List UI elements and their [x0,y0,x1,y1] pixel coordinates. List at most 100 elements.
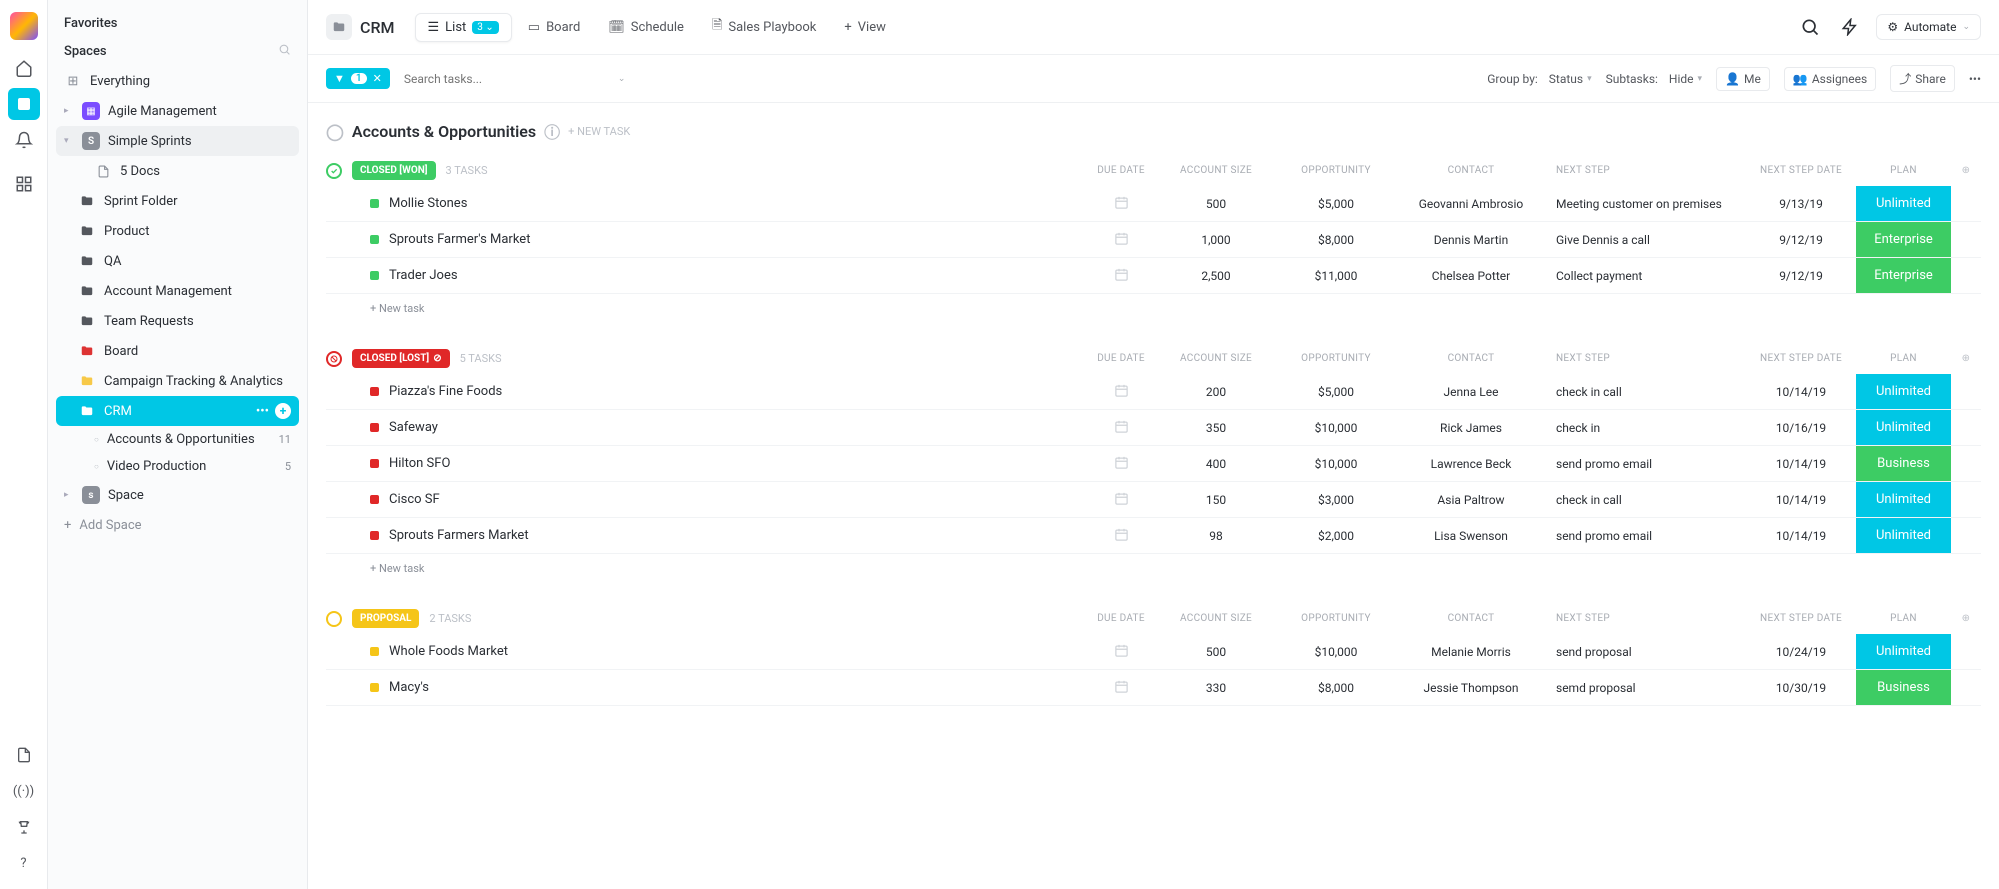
add-column-button[interactable]: ⊕ [1951,353,1981,364]
task-row[interactable]: Trader Joes2,500$11,000Chelsea PotterCol… [326,258,1981,294]
rail-tasks[interactable] [8,88,40,120]
cell-contact[interactable]: Dennis Martin [1396,233,1546,247]
cell-next-step[interactable]: send proposal [1546,645,1746,659]
task-row[interactable]: Whole Foods Market500$10,000Melanie Morr… [326,634,1981,670]
cell-next-step-date[interactable]: 10/14/19 [1746,493,1856,507]
cell-due-date[interactable] [1086,527,1156,545]
cell-due-date[interactable] [1086,679,1156,697]
cell-due-date[interactable] [1086,383,1156,401]
rail-apps[interactable] [8,168,40,200]
status-dot[interactable] [370,531,379,540]
cell-account-size[interactable]: 350 [1156,421,1276,435]
automate-button[interactable]: ⚙ Automate ⌄ [1876,14,1981,40]
task-name[interactable]: Piazza's Fine Foods [389,384,502,399]
col-next-step[interactable]: NEXT STEP [1546,613,1746,624]
cell-due-date[interactable] [1086,491,1156,509]
cell-due-date[interactable] [1086,267,1156,285]
task-row[interactable]: Sprouts Farmers Market98$2,000Lisa Swens… [326,518,1981,554]
status-dot[interactable] [370,235,379,244]
cell-next-step[interactable]: check in call [1546,385,1746,399]
col-next-step-date[interactable]: NEXT STEP DATE [1746,165,1856,176]
cell-next-step-date[interactable]: 9/12/19 [1746,233,1856,247]
task-name[interactable]: Hilton SFO [389,456,450,471]
sidebar-campaign[interactable]: Campaign Tracking & Analytics [56,366,299,396]
task-row[interactable]: Cisco SF150$3,000Asia Paltrowcheck in ca… [326,482,1981,518]
sidebar-video-production[interactable]: ○ Video Production 5 [56,453,299,480]
task-name[interactable]: Macy's [389,680,429,695]
cell-opportunity[interactable]: $5,000 [1276,385,1396,399]
add-column-button[interactable]: ⊕ [1951,165,1981,176]
sidebar-agile-management[interactable]: ▸ ▦ Agile Management [56,96,299,126]
task-name[interactable]: Safeway [389,420,438,435]
col-account-size[interactable]: ACCOUNT SIZE [1156,353,1276,364]
rail-notifications[interactable] [8,124,40,156]
close-icon[interactable]: ✕ [373,72,382,85]
task-row[interactable]: Mollie Stones500$5,000Geovanni AmbrosioM… [326,186,1981,222]
cell-opportunity[interactable]: $10,000 [1276,457,1396,471]
rail-help[interactable]: ? [8,847,40,879]
cell-next-step[interactable]: send promo email [1546,529,1746,543]
cell-due-date[interactable] [1086,231,1156,249]
search-input[interactable] [404,72,604,86]
status-chip[interactable]: CLOSED [WON] [352,161,436,180]
status-chip[interactable]: PROPOSAL [352,609,419,628]
me-button[interactable]: 👤Me [1716,67,1770,91]
cell-next-step-date[interactable]: 10/24/19 [1746,645,1856,659]
cell-next-step[interactable]: semd proposal [1546,681,1746,695]
col-opportunity[interactable]: OPPORTUNITY [1276,353,1396,364]
cell-account-size[interactable]: 98 [1156,529,1276,543]
add-column-button[interactable]: ⊕ [1951,613,1981,624]
sidebar-board[interactable]: Board [56,336,299,366]
status-dot[interactable] [370,459,379,468]
cell-plan[interactable]: Unlimited [1856,186,1951,221]
cell-contact[interactable]: Jenna Lee [1396,385,1546,399]
cell-plan[interactable]: Enterprise [1856,222,1951,257]
task-name[interactable]: Trader Joes [389,268,458,283]
search-button[interactable] [1796,13,1824,41]
cell-next-step[interactable]: check in [1546,421,1746,435]
task-name[interactable]: Mollie Stones [389,196,467,211]
col-due-date[interactable]: DUE DATE [1086,165,1156,176]
task-row[interactable]: Macy's330$8,000Jessie Thompsonsemd propo… [326,670,1981,706]
cell-next-step[interactable]: Collect payment [1546,269,1746,283]
task-row[interactable]: Safeway350$10,000Rick Jamescheck in10/16… [326,410,1981,446]
favorites-header[interactable]: Favorites [56,10,299,37]
cell-account-size[interactable]: 200 [1156,385,1276,399]
cell-opportunity[interactable]: $11,000 [1276,269,1396,283]
sidebar-space[interactable]: ▸ s Space [56,480,299,510]
breadcrumb[interactable]: CRM [326,14,395,40]
cell-opportunity[interactable]: $8,000 [1276,233,1396,247]
add-space-button[interactable]: + Add Space [56,510,299,541]
col-next-step[interactable]: NEXT STEP [1546,165,1746,176]
col-contact[interactable]: CONTACT [1396,165,1546,176]
tab-board[interactable]: ▭Board [516,14,593,41]
cell-next-step[interactable]: Meeting customer on premises [1546,197,1746,211]
cell-opportunity[interactable]: $10,000 [1276,421,1396,435]
more-button[interactable]: ••• [1969,72,1981,86]
col-next-step-date[interactable]: NEXT STEP DATE [1746,353,1856,364]
cell-account-size[interactable]: 500 [1156,645,1276,659]
cell-next-step-date[interactable]: 10/30/19 [1746,681,1856,695]
cell-contact[interactable]: Chelsea Potter [1396,269,1546,283]
status-circle-icon[interactable]: ◯ [326,122,344,141]
rail-home[interactable] [8,52,40,84]
spaces-header[interactable]: Spaces [56,37,299,66]
bolt-button[interactable] [1836,13,1864,41]
cell-next-step-date[interactable]: 9/13/19 [1746,197,1856,211]
col-opportunity[interactable]: OPPORTUNITY [1276,165,1396,176]
col-due-date[interactable]: DUE DATE [1086,613,1156,624]
filter-chip[interactable]: ▼ 1 ✕ [326,68,390,89]
status-dot[interactable] [370,423,379,432]
cell-next-step-date[interactable]: 10/14/19 [1746,385,1856,399]
cell-contact[interactable]: Asia Paltrow [1396,493,1546,507]
col-due-date[interactable]: DUE DATE [1086,353,1156,364]
cell-account-size[interactable]: 400 [1156,457,1276,471]
new-task-header[interactable]: + NEW TASK [568,125,630,138]
sidebar-sprint-folder[interactable]: Sprint Folder [56,186,299,216]
more-icon[interactable]: ••• [256,404,269,419]
cell-plan[interactable]: Unlimited [1856,374,1951,409]
cell-next-step[interactable]: Give Dennis a call [1546,233,1746,247]
status-dot[interactable] [370,495,379,504]
status-chip[interactable]: CLOSED [LOST] ⊘ [352,349,450,368]
sidebar-docs[interactable]: 5 Docs [56,156,299,186]
